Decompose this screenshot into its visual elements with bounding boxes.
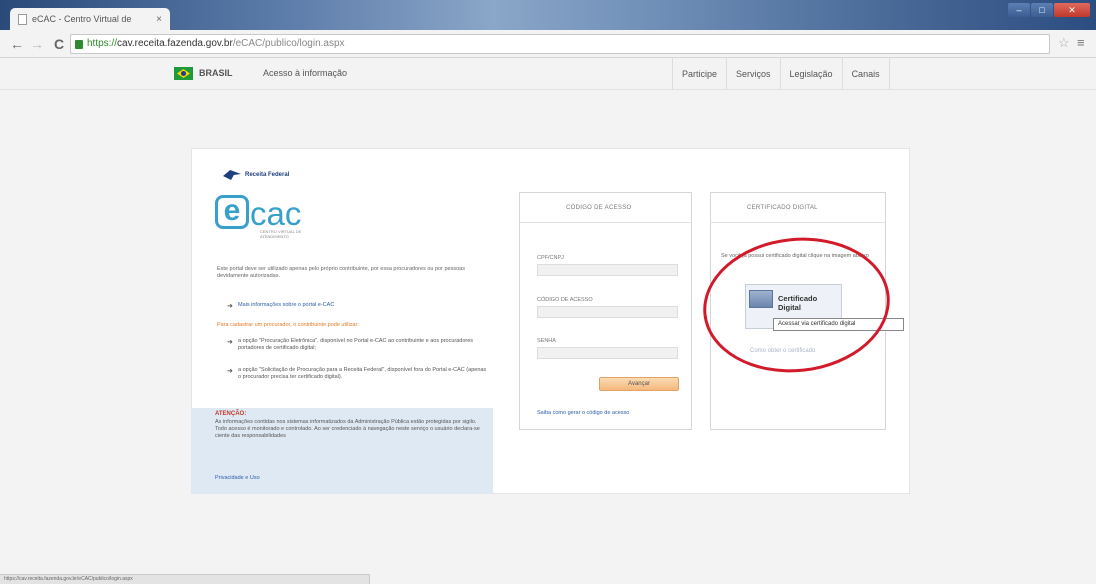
ecac-subtitle: CENTRO VIRTUAL DE ATENDIMENTO	[260, 229, 302, 239]
tab-title: eCAC - Centro Virtual de	[32, 14, 132, 24]
lock-icon	[75, 40, 83, 49]
bullet-arrow-icon: ➜	[227, 368, 233, 375]
ecac-logo-e: e	[215, 195, 249, 229]
receita-federal-name: Receita Federal	[245, 172, 290, 178]
access-code-title: CÓDIGO DE ACESSO	[566, 205, 632, 211]
minimize-button[interactable]: –	[1008, 3, 1030, 17]
access-info-link[interactable]: Acesso à informação	[263, 68, 347, 78]
reload-icon[interactable]: C	[50, 36, 68, 52]
address-bar[interactable]: https://cav.receita.fazenda.gov.br/eCAC/…	[70, 34, 1050, 54]
browser-menu-icon[interactable]: ≡	[1077, 35, 1085, 50]
url-scheme: https://	[87, 38, 118, 49]
tab-close-icon[interactable]: ×	[156, 14, 162, 25]
back-arrow-icon[interactable]: ←	[8, 36, 26, 52]
forward-arrow-icon[interactable]: →	[28, 36, 46, 52]
ecac-logo-text: cac	[250, 195, 302, 232]
gov-menu-canais[interactable]: Canais	[841, 58, 890, 90]
url-host: cav.receita.fazenda.gov.br	[117, 38, 233, 49]
password-label: SENHA	[537, 338, 556, 344]
submit-button[interactable]: Avançar	[599, 377, 679, 391]
option-solicitacao-procuracao[interactable]: a opção "Solicitação de Procuração para …	[238, 367, 488, 381]
maximize-button[interactable]: □	[1031, 3, 1053, 17]
bullet-arrow-icon: ➜	[227, 339, 233, 346]
browser-toolbar: ← → C https://cav.receita.fazenda.gov.br…	[0, 30, 1096, 58]
password-input[interactable]	[537, 347, 678, 359]
bookmark-star-icon[interactable]: ☆	[1058, 35, 1070, 51]
privacy-link[interactable]: Privacidade e Uso	[215, 475, 260, 481]
window-controls: – □ ✕	[1008, 3, 1090, 17]
procurador-heading: Para cadastrar um procurador, o contribu…	[217, 322, 359, 328]
browser-titlebar: eCAC - Centro Virtual de × – □ ✕	[0, 0, 1096, 30]
page-favicon-icon	[18, 13, 27, 25]
more-info-link[interactable]: Mais informações sobre o portal e-CAC	[238, 302, 334, 309]
gov-menu: Participe Serviços Legislação Canais	[672, 58, 890, 90]
close-window-button[interactable]: ✕	[1054, 3, 1090, 17]
attention-text: As informações contidas nos sistemas inf…	[215, 419, 480, 439]
attention-title: ATENÇÃO:	[215, 411, 247, 417]
receita-federal-emblem-icon	[223, 170, 241, 180]
gov-menu-servicos[interactable]: Serviços	[726, 58, 780, 90]
url-path: /eCAC/publico/login.aspx	[232, 38, 345, 49]
cpf-label: CPF/CNPJ	[537, 255, 564, 261]
digital-certificate-title: CERTIFICADO DIGITAL	[747, 205, 818, 211]
panel-divider	[520, 222, 691, 223]
brazil-flag-icon	[174, 67, 193, 80]
gov-menu-participe[interactable]: Participe	[672, 58, 726, 90]
ecac-logo: e cac	[215, 195, 302, 232]
gov-brasil-link[interactable]: BRASIL	[199, 68, 233, 78]
generate-code-link[interactable]: Saiba como gerar o código de acesso	[537, 410, 629, 416]
bullet-arrow-icon: ➜	[227, 303, 233, 310]
gov-menu-legislacao[interactable]: Legislação	[779, 58, 842, 90]
receita-federal-logo: Receita Federal	[223, 170, 289, 180]
panel-divider	[711, 222, 885, 223]
access-code-input[interactable]	[537, 306, 678, 318]
access-code-label: CÓDIGO DE ACESSO	[537, 297, 593, 303]
cpf-input[interactable]	[537, 264, 678, 276]
option-procuracao-eletronica[interactable]: a opção "Procuração Eletrônica", disponí…	[238, 338, 488, 352]
intro-text: Este portal deve ser utilizado apenas pe…	[217, 266, 465, 279]
gov-bar: BRASIL Acesso à informação Participe Ser…	[0, 58, 1096, 90]
browser-status-bar: https://cav.receita.fazenda.gov.br/eCAC/…	[0, 574, 370, 584]
browser-tab[interactable]: eCAC - Centro Virtual de ×	[10, 8, 170, 30]
